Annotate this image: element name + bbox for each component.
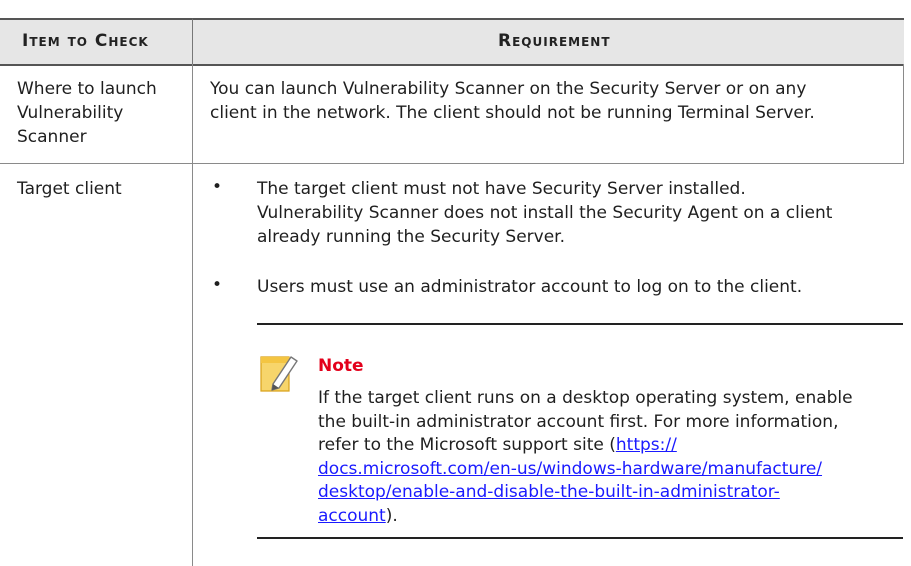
row1-requirement: You can launch Vulnerability Scanner on … xyxy=(210,79,815,123)
note-title: Note xyxy=(318,356,364,376)
row2-item: Target client xyxy=(17,179,122,199)
note-top-rule xyxy=(257,323,903,325)
bullet-icon: • xyxy=(212,275,223,295)
row2-bullet2: Users must use an administrator account … xyxy=(257,277,803,297)
header-cell-item: Item to Check xyxy=(0,18,192,66)
header-item-to-check: Item to Check xyxy=(22,31,149,51)
table-right-border xyxy=(903,64,904,164)
bullet-icon: • xyxy=(212,177,223,197)
column-divider xyxy=(192,64,193,566)
support-link[interactable]: desktop/enable-and-disable-the-built-in-… xyxy=(318,482,780,502)
requirements-table: Item to Check Requirement Where to launc… xyxy=(0,0,911,566)
note-body: If the target client runs on a desktop o… xyxy=(318,388,853,526)
support-link[interactable]: https:// xyxy=(616,435,677,455)
row1-item: Where to launch Vulnerability Scanner xyxy=(17,79,157,147)
header-requirement: Requirement xyxy=(498,31,611,51)
support-link[interactable]: docs.microsoft.com/en-us/windows-hardwar… xyxy=(318,459,822,479)
header-cell-requirement: Requirement xyxy=(192,18,904,66)
note-pencil-icon xyxy=(260,356,298,392)
row-divider xyxy=(0,163,904,164)
support-link[interactable]: account xyxy=(318,506,386,526)
row2-bullet1: The target client must not have Security… xyxy=(257,179,833,247)
note-bottom-rule xyxy=(257,537,903,539)
